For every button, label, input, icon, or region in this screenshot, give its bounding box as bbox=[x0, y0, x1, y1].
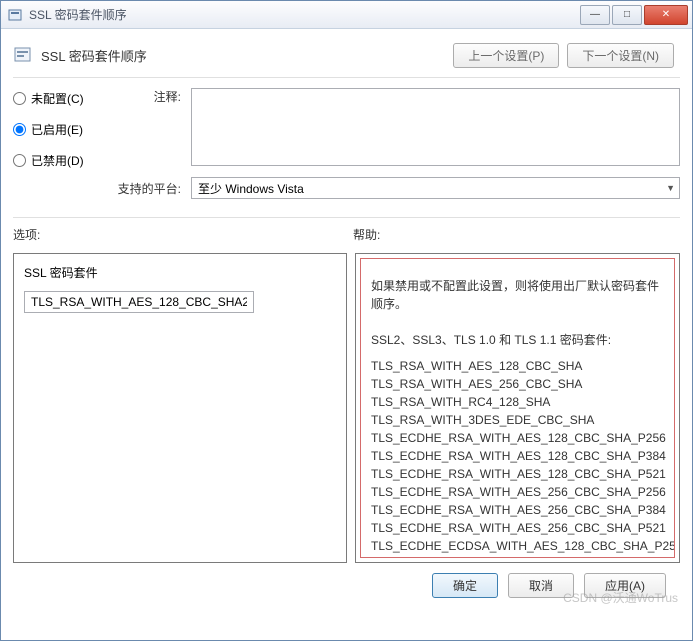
help-intro: 如果禁用或不配置此设置，则将使用出厂默认密码套件顺序。 bbox=[371, 277, 664, 313]
radio-disabled-input[interactable] bbox=[13, 154, 26, 167]
page-title: SSL 密码套件顺序 bbox=[41, 46, 147, 65]
ok-button[interactable]: 确定 bbox=[432, 573, 498, 598]
help-text: 如果禁用或不配置此设置，则将使用出厂默认密码套件顺序。 SSL2、SSL3、TL… bbox=[360, 258, 675, 558]
next-setting-button[interactable]: 下一个设置(N) bbox=[567, 43, 674, 68]
help-label: 帮助: bbox=[353, 226, 380, 243]
maximize-button[interactable]: □ bbox=[612, 5, 642, 25]
policy-icon bbox=[13, 45, 33, 65]
cipher-item: TLS_ECDHE_RSA_WITH_AES_128_CBC_SHA_P256 bbox=[371, 429, 664, 447]
cipher-item: TLS_RSA_WITH_AES_128_CBC_SHA bbox=[371, 357, 664, 375]
comment-input[interactable] bbox=[191, 88, 680, 166]
help-cipher-list: TLS_RSA_WITH_AES_128_CBC_SHATLS_RSA_WITH… bbox=[371, 357, 664, 558]
cipher-item: TLS_ECDHE_RSA_WITH_AES_128_CBC_SHA_P521 bbox=[371, 465, 664, 483]
prev-setting-button[interactable]: 上一个设置(P) bbox=[453, 43, 559, 68]
cipher-item: TLS_RSA_WITH_3DES_EDE_CBC_SHA bbox=[371, 411, 664, 429]
cipher-suite-input[interactable] bbox=[24, 291, 254, 313]
radio-enabled[interactable]: 已启用(E) bbox=[13, 121, 113, 138]
radio-not-configured-label: 未配置(C) bbox=[31, 90, 84, 107]
cipher-item: TLS_ECDHE_RSA_WITH_AES_256_CBC_SHA_P384 bbox=[371, 501, 664, 519]
cancel-button[interactable]: 取消 bbox=[508, 573, 574, 598]
divider bbox=[13, 77, 680, 78]
radio-disabled[interactable]: 已禁用(D) bbox=[13, 152, 113, 169]
radio-enabled-input[interactable] bbox=[13, 123, 26, 136]
comment-label: 注释: bbox=[113, 88, 191, 169]
cipher-item: TLS_ECDHE_ECDSA_WITH_AES_128_CBC_SHA_P25… bbox=[371, 537, 664, 555]
cipher-item: TLS_ECDHE_ECDSA_WITH_AES_128_CBC_SHA_P38… bbox=[371, 555, 664, 558]
options-label: 选项: bbox=[13, 226, 353, 243]
cipher-item: TLS_RSA_WITH_RC4_128_SHA bbox=[371, 393, 664, 411]
radio-not-configured[interactable]: 未配置(C) bbox=[13, 90, 113, 107]
close-button[interactable]: ✕ bbox=[644, 5, 688, 25]
help-pane: 如果禁用或不配置此设置，则将使用出厂默认密码套件顺序。 SSL2、SSL3、TL… bbox=[355, 253, 680, 563]
apply-button[interactable]: 应用(A) bbox=[584, 573, 666, 598]
radio-enabled-label: 已启用(E) bbox=[31, 121, 83, 138]
cipher-suite-label: SSL 密码套件 bbox=[24, 264, 336, 281]
cipher-item: TLS_ECDHE_RSA_WITH_AES_128_CBC_SHA_P384 bbox=[371, 447, 664, 465]
window-title: SSL 密码套件顺序 bbox=[29, 6, 578, 23]
help-section: SSL2、SSL3、TLS 1.0 和 TLS 1.1 密码套件: bbox=[371, 331, 664, 349]
platform-select[interactable]: 至少 Windows Vista ▼ bbox=[191, 177, 680, 199]
radio-not-configured-input[interactable] bbox=[13, 92, 26, 105]
platform-value: 至少 Windows Vista bbox=[198, 180, 304, 197]
cipher-item: TLS_ECDHE_RSA_WITH_AES_256_CBC_SHA_P521 bbox=[371, 519, 664, 537]
radio-disabled-label: 已禁用(D) bbox=[31, 152, 84, 169]
platform-label: 支持的平台: bbox=[113, 180, 191, 197]
minimize-button[interactable]: — bbox=[580, 5, 610, 25]
app-icon bbox=[7, 7, 23, 23]
cipher-item: TLS_RSA_WITH_AES_256_CBC_SHA bbox=[371, 375, 664, 393]
titlebar: SSL 密码套件顺序 — □ ✕ bbox=[1, 1, 692, 29]
cipher-item: TLS_ECDHE_RSA_WITH_AES_256_CBC_SHA_P256 bbox=[371, 483, 664, 501]
options-pane: SSL 密码套件 bbox=[13, 253, 347, 563]
chevron-down-icon: ▼ bbox=[666, 183, 675, 193]
divider bbox=[13, 217, 680, 218]
